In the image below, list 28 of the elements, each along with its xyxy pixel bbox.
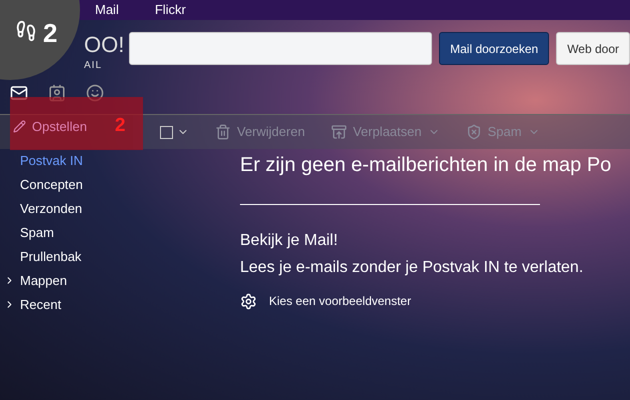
shield-icon — [466, 124, 482, 140]
trash-icon — [215, 124, 231, 140]
folder-item[interactable]: Spam — [0, 221, 83, 245]
description: Lees je e-mails zonder je Postvak IN te verlaten. — [240, 258, 584, 278]
nav-link[interactable]: Flickr — [154, 0, 186, 20]
empty-message: Er zijn geen e-mailberichten in de map Po — [240, 153, 612, 178]
logo: OO! — [84, 32, 124, 58]
logo-subtitle: AIL — [84, 59, 102, 73]
nav-link[interactable]: Mail — [95, 0, 119, 20]
annotation-number: 2 — [114, 114, 126, 138]
folder-item[interactable]: Prullenbak — [0, 245, 83, 269]
footprint-icon — [15, 20, 37, 42]
folder-item[interactable]: Postvak IN — [0, 149, 83, 173]
archive-icon — [330, 124, 347, 140]
pencil-icon — [13, 120, 26, 133]
folder-item[interactable]: Mappen — [0, 269, 83, 293]
gear-icon — [240, 292, 257, 310]
folder-item[interactable]: Concepten — [0, 173, 83, 197]
step-number: 2 — [43, 20, 58, 46]
heading: Bekijk je Mail! — [240, 231, 338, 251]
search-button[interactable]: Mail doorzoeken — [439, 32, 550, 65]
search-field[interactable] — [128, 32, 432, 65]
search-button[interactable]: Web door — [556, 32, 630, 65]
folder-item[interactable]: Verzonden — [0, 197, 83, 221]
preview-link[interactable]: Kies een voorbeeldvenster — [240, 292, 412, 310]
folder-item[interactable]: Recent — [0, 293, 83, 317]
compose-button[interactable]: Opstellen — [13, 116, 87, 136]
select-checkbox[interactable] — [160, 126, 173, 138]
